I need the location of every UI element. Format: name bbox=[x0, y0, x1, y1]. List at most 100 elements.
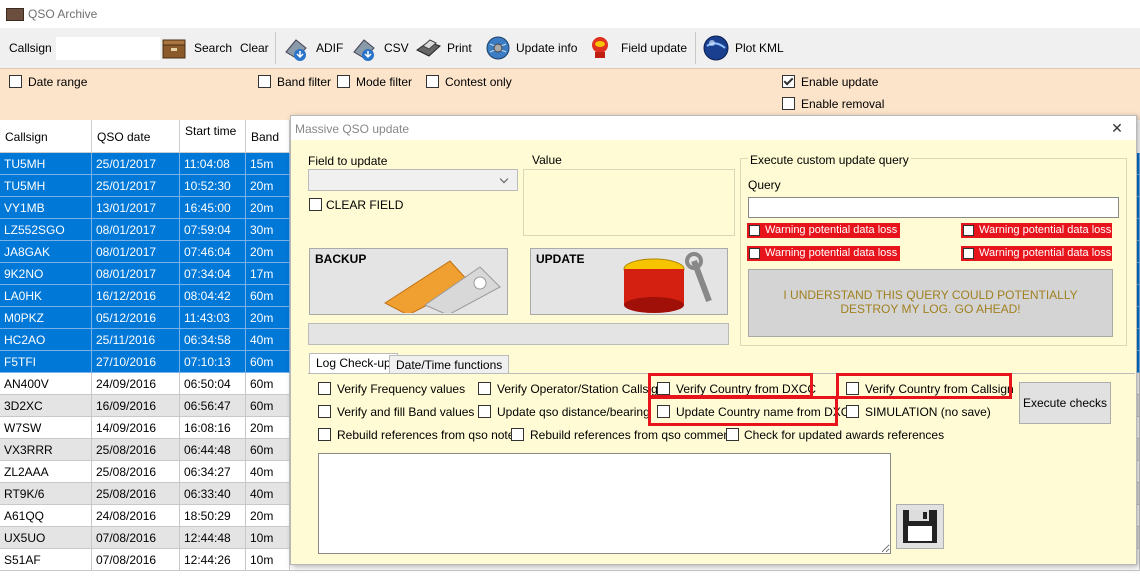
table-cell-date: 07/08/2016 bbox=[92, 527, 180, 549]
plot-kml-button-label: Plot KML bbox=[735, 41, 784, 55]
query-input[interactable] bbox=[748, 197, 1119, 218]
table-cell-date: 08/01/2017 bbox=[92, 241, 180, 263]
warning-label: Warning potential data loss bbox=[979, 247, 1112, 259]
table-cell-time: 06:34:27 bbox=[180, 461, 246, 483]
table-cell-band: 40m bbox=[246, 461, 290, 483]
warning-checkbox-1[interactable]: Warning potential data loss bbox=[747, 223, 900, 238]
table-cell-date: 07/08/2016 bbox=[92, 549, 180, 571]
save-button[interactable] bbox=[896, 504, 944, 549]
floppy-disk-icon bbox=[903, 510, 937, 543]
table-cell-callsign: F5TFI bbox=[0, 351, 92, 373]
band-filter-checkbox[interactable] bbox=[258, 75, 271, 88]
simulation-checkbox[interactable] bbox=[846, 405, 859, 418]
update-tools-icon bbox=[623, 252, 712, 313]
warning-checkbox-2[interactable]: Warning potential data loss bbox=[961, 223, 1112, 238]
backup-button[interactable]: BACKUP bbox=[309, 248, 508, 315]
date-range-label: Date range bbox=[28, 75, 88, 89]
table-cell-callsign: ZL2AAA bbox=[0, 461, 92, 483]
dialog-close-button[interactable]: ✕ bbox=[1108, 120, 1126, 136]
column-header-callsign[interactable]: Callsign bbox=[0, 120, 92, 153]
verify-fill-band-checkbox[interactable] bbox=[318, 405, 331, 418]
table-cell-time: 06:56:47 bbox=[180, 395, 246, 417]
clear-field-checkbox[interactable] bbox=[309, 198, 322, 211]
table-cell-band: 60m bbox=[246, 395, 290, 417]
table-cell-time: 12:44:26 bbox=[180, 549, 246, 571]
update-info-button-label: Update info bbox=[516, 41, 578, 55]
table-cell-callsign: TU5MH bbox=[0, 153, 92, 175]
table-cell-time: 11:43:03 bbox=[180, 307, 246, 329]
table-cell-callsign: UX5UO bbox=[0, 527, 92, 549]
table-cell-time: 12:44:48 bbox=[180, 527, 246, 549]
date-range-checkbox[interactable] bbox=[9, 75, 22, 88]
value-box[interactable] bbox=[523, 169, 735, 236]
update-distance-checkbox[interactable] bbox=[478, 405, 491, 418]
rebuild-comments-checkbox[interactable] bbox=[511, 428, 524, 441]
warning-checkbox-4[interactable]: Warning potential data loss bbox=[961, 246, 1112, 261]
query-label: Query bbox=[748, 178, 781, 192]
box-search-icon bbox=[162, 39, 186, 59]
tab-log-check-up[interactable]: Log Check-up bbox=[309, 353, 398, 374]
execute-checks-button[interactable]: Execute checks bbox=[1019, 382, 1111, 424]
warning-label: Warning potential data loss bbox=[765, 224, 898, 236]
column-header-start-time[interactable]: Start time bbox=[180, 120, 246, 153]
enable-removal-checkbox[interactable] bbox=[782, 97, 795, 110]
backup-button-label: BACKUP bbox=[315, 252, 367, 266]
table-cell-band: 20m bbox=[246, 505, 290, 527]
window-titlebar: QSO Archive bbox=[0, 0, 1140, 28]
contest-only-checkbox[interactable] bbox=[426, 75, 439, 88]
table-cell-callsign: AN400V bbox=[0, 373, 92, 395]
table-cell-band: 20m bbox=[246, 417, 290, 439]
table-cell-date: 24/08/2016 bbox=[92, 505, 180, 527]
table-cell-date: 25/08/2016 bbox=[92, 439, 180, 461]
printer-icon bbox=[416, 39, 441, 57]
verify-frequency-checkbox[interactable] bbox=[318, 382, 331, 395]
table-cell-time: 16:45:00 bbox=[180, 197, 246, 219]
dialog-titlebar: Massive QSO update ✕ bbox=[291, 116, 1136, 140]
enable-removal-label: Enable removal bbox=[801, 97, 885, 111]
update-button[interactable]: UPDATE bbox=[530, 248, 728, 315]
rebuild-notes-label: Rebuild references from qso notes bbox=[337, 428, 521, 442]
callsign-label: Callsign bbox=[9, 41, 52, 55]
callsign-input[interactable] bbox=[56, 37, 160, 60]
results-textarea[interactable] bbox=[318, 453, 891, 554]
table-cell-time: 18:50:29 bbox=[180, 505, 246, 527]
rebuild-notes-checkbox[interactable] bbox=[318, 428, 331, 441]
field-to-update-select[interactable] bbox=[308, 169, 518, 191]
table-cell-band: 40m bbox=[246, 483, 290, 505]
globe-gear-icon bbox=[486, 36, 510, 60]
table-cell-time: 10:52:30 bbox=[180, 175, 246, 197]
table-cell-time: 07:10:13 bbox=[180, 351, 246, 373]
clear-button[interactable]: Clear bbox=[240, 41, 269, 55]
update-distance-label: Update qso distance/bearing bbox=[497, 405, 650, 419]
table-cell-callsign: W7SW bbox=[0, 417, 92, 439]
check-awards-checkbox[interactable] bbox=[726, 428, 739, 441]
table-cell-callsign: VX3RRR bbox=[0, 439, 92, 461]
update-button-label: UPDATE bbox=[536, 252, 585, 266]
column-header-band[interactable]: Band bbox=[246, 120, 290, 153]
table-cell-band: 60m bbox=[246, 285, 290, 307]
value-label: Value bbox=[532, 153, 562, 167]
field-to-update-label: Field to update bbox=[308, 154, 388, 168]
table-cell-band: 60m bbox=[246, 351, 290, 373]
rebuild-comments-label: Rebuild references from qso comments bbox=[530, 428, 740, 442]
simulation-label: SIMULATION (no save) bbox=[865, 405, 991, 419]
table-cell-date: 08/01/2017 bbox=[92, 263, 180, 285]
mode-filter-checkbox[interactable] bbox=[337, 75, 350, 88]
enable-update-checkbox[interactable] bbox=[782, 75, 795, 88]
tab-date-time-functions[interactable]: Date/Time functions bbox=[389, 355, 510, 374]
print-button-label: Print bbox=[447, 41, 472, 55]
highlight-box bbox=[648, 396, 838, 426]
table-cell-callsign: TU5MH bbox=[0, 175, 92, 197]
table-cell-date: 16/09/2016 bbox=[92, 395, 180, 417]
table-cell-date: 25/11/2016 bbox=[92, 329, 180, 351]
column-header-qso-date[interactable]: QSO date bbox=[92, 120, 180, 153]
verify-operator-checkbox[interactable] bbox=[478, 382, 491, 395]
enable-update-label: Enable update bbox=[801, 75, 879, 89]
confirm-destroy-log-button[interactable]: I UNDERSTAND THIS QUERY COULD POTENTIALL… bbox=[748, 269, 1113, 337]
table-cell-date: 05/12/2016 bbox=[92, 307, 180, 329]
warning-checkbox-3[interactable]: Warning potential data loss bbox=[747, 246, 900, 261]
table-cell-band: 20m bbox=[246, 241, 290, 263]
table-cell-time: 07:34:04 bbox=[180, 263, 246, 285]
adif-button-label: ADIF bbox=[316, 41, 344, 55]
table-cell-callsign: 3D2XC bbox=[0, 395, 92, 417]
